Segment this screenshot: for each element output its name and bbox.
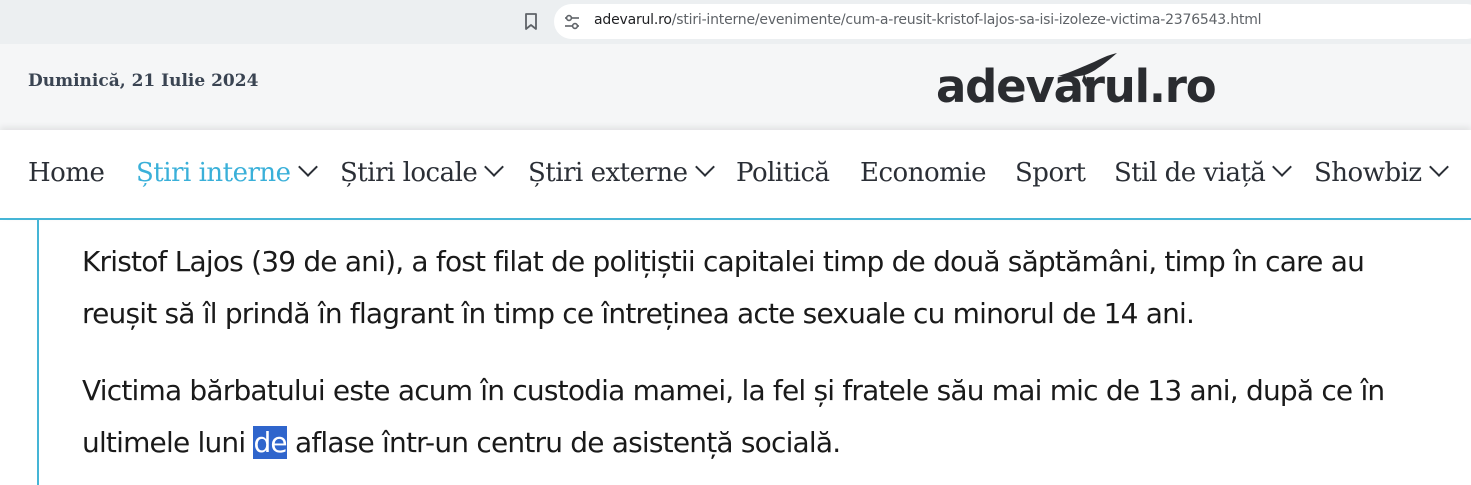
chevron-down-icon[interactable] <box>1428 157 1449 177</box>
tune-icon[interactable] <box>564 14 580 30</box>
site-header: Duminică, 21 Iulie 2024 adevarul.ro <box>0 44 1471 130</box>
paragraph-text: aflase într-un centru de asistență socia… <box>286 426 841 459</box>
site-logo[interactable]: adevarul.ro <box>936 53 1246 120</box>
nav-label: Politică <box>736 158 830 188</box>
chevron-down-icon[interactable] <box>1272 157 1293 177</box>
article-paragraph-2: Victima bărbatului este acum în custodia… <box>82 365 1432 469</box>
nav-item-sport[interactable]: Sport <box>1015 158 1086 188</box>
url-text[interactable]: adevarul.ro/stiri-interne/evenimente/cum… <box>594 12 1262 28</box>
nav-item-economie[interactable]: Economie <box>860 158 986 188</box>
nav-item-politica[interactable]: Politică <box>736 158 830 188</box>
main-nav: Home Știri interne Știri locale Știri ex… <box>0 130 1471 220</box>
nav-item-home[interactable]: Home <box>28 158 105 188</box>
nav-label: Home <box>28 158 105 188</box>
chevron-down-icon[interactable] <box>694 157 715 177</box>
nav-item-stiri-locale[interactable]: Știri locale <box>340 157 505 188</box>
url-host: adevarul.ro <box>594 12 672 28</box>
chevron-down-icon[interactable] <box>484 157 505 177</box>
nav-label: Showbiz <box>1314 158 1422 188</box>
url-path: /stiri-interne/evenimente/cum-a-reusit-k… <box>671 12 1262 28</box>
bookmark-icon[interactable] <box>522 12 540 32</box>
chevron-down-icon[interactable] <box>297 157 318 177</box>
header-date: Duminică, 21 Iulie 2024 <box>28 71 259 91</box>
article-paragraph-1: Kristof Lajos (39 de ani), a fost filat … <box>82 245 1365 330</box>
nav-item-showbiz[interactable]: Showbiz <box>1314 157 1449 188</box>
nav-item-stiri-externe[interactable]: Știri externe <box>528 157 715 188</box>
browser-toolbar: adevarul.ro/stiri-interne/evenimente/cum… <box>0 0 1471 44</box>
nav-item-stil-de-viata[interactable]: Stil de viață <box>1114 157 1293 188</box>
article-left-rule <box>37 220 39 485</box>
nav-item-stiri-interne[interactable]: Știri interne <box>136 157 318 188</box>
eagle-logo-icon <box>1058 53 1117 87</box>
selected-text: de <box>253 426 288 459</box>
nav-label: Știri interne <box>136 158 291 188</box>
article-body: Kristof Lajos (39 de ani), a fost filat … <box>0 220 1471 485</box>
nav-label: Sport <box>1015 158 1086 188</box>
address-bar[interactable]: adevarul.ro/stiri-interne/evenimente/cum… <box>554 4 1471 39</box>
nav-label: Stil de viață <box>1114 158 1266 188</box>
nav-label: Știri externe <box>528 158 688 188</box>
nav-label: Știri locale <box>340 158 478 188</box>
nav-label: Economie <box>860 158 986 188</box>
